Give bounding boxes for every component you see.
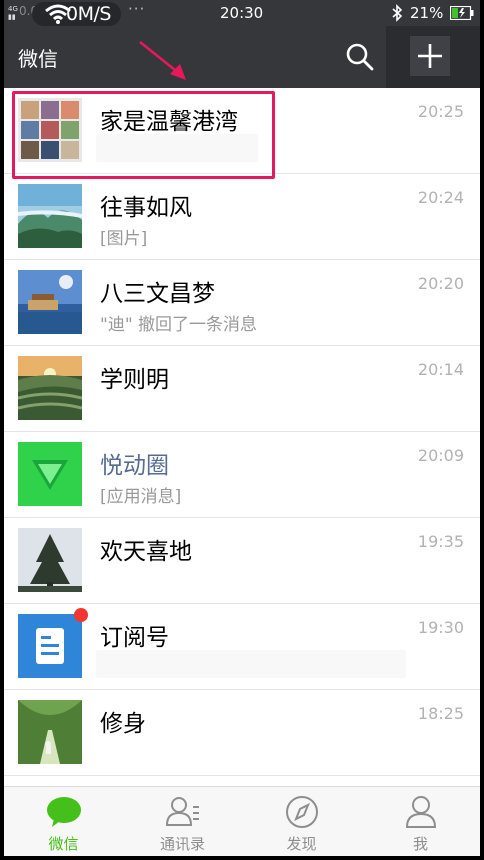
- battery-icon: [450, 6, 474, 20]
- tab-label: 我: [412, 835, 428, 853]
- bottom-tab-bar: 微信 通讯录 发现 我: [4, 786, 480, 856]
- tab-label: 发现: [286, 835, 317, 853]
- chat-name: 修身: [100, 711, 146, 737]
- chat-name: 八三文昌梦: [100, 281, 215, 307]
- tab-label: 通讯录: [159, 835, 205, 853]
- network-type: 4G ▮▮: [8, 5, 18, 21]
- chat-row-xuezeming[interactable]: 学则明 20:14: [4, 346, 480, 432]
- battery-percent: 21%: [410, 4, 444, 22]
- status-bar: 4G ▮▮ 0.06K/s 0M/S ··· 20:30 21%: [4, 0, 480, 26]
- add-button-area[interactable]: [386, 26, 480, 88]
- chat-preview-redacted: [96, 134, 258, 162]
- chat-row-bazhan[interactable]: 八三文昌梦 "迪" 撤回了一条消息 20:20: [4, 260, 480, 346]
- sunset-avatar: [18, 356, 82, 420]
- chat-row-xiushen[interactable]: 修身 18:25: [4, 690, 480, 776]
- bluetooth-icon: [392, 4, 403, 22]
- compass-icon: [286, 796, 318, 828]
- chat-name: 家是温馨港湾: [100, 109, 238, 135]
- chat-name: 订阅号: [100, 625, 169, 651]
- chat-name: 学则明: [100, 367, 169, 393]
- chat-preview-redacted: [96, 650, 406, 678]
- chat-row-yuedongquan[interactable]: 悦动圈 [应用消息] 20:09: [4, 432, 480, 518]
- page-title: 微信: [18, 47, 58, 71]
- chat-row-huantianxidi[interactable]: 欢天喜地 19:35: [4, 518, 480, 604]
- chat-name: 欢天喜地: [100, 539, 192, 565]
- tab-contacts[interactable]: 通讯录: [123, 787, 242, 856]
- app-screen: 4G ▮▮ 0.06K/s 0M/S ··· 20:30 21% 微信: [4, 0, 480, 856]
- tab-discover[interactable]: 发现: [242, 787, 361, 856]
- green-v-logo-icon: [18, 442, 82, 506]
- tab-label: 微信: [48, 835, 79, 853]
- pier-avatar: [18, 270, 82, 334]
- subscription-doc-icon: [18, 614, 82, 678]
- annotation-arrow-icon: [139, 41, 186, 80]
- chat-name: 往事如风: [100, 195, 192, 221]
- person-icon: [405, 796, 437, 828]
- tree-avatar: [18, 528, 82, 592]
- group-avatar: [18, 98, 82, 162]
- chat-time: 20:14: [417, 360, 464, 379]
- chat-time: 20:25: [417, 102, 464, 121]
- header-bar: 微信: [4, 26, 480, 88]
- mountain-avatar: [18, 184, 82, 248]
- clock: 20:30: [220, 4, 264, 22]
- plus-icon[interactable]: [410, 36, 450, 76]
- chat-time: 20:09: [417, 446, 464, 465]
- chat-row-wangshi[interactable]: 往事如风 [图片] 20:24: [4, 174, 480, 260]
- chat-preview: "迪" 撤回了一条消息: [100, 315, 258, 335]
- chat-time: 18:25: [417, 704, 464, 723]
- bamboo-avatar: [18, 700, 82, 764]
- chat-preview: [应用消息]: [100, 487, 182, 507]
- wifi-icon: [45, 4, 71, 24]
- chat-time: 20:20: [417, 274, 464, 293]
- tab-me[interactable]: 我: [361, 787, 480, 856]
- search-icon[interactable]: [344, 41, 376, 73]
- chat-row-family-group[interactable]: 家是温馨港湾 20:25: [4, 88, 480, 174]
- chat-time: 19:35: [417, 532, 464, 551]
- unread-badge: [74, 608, 88, 622]
- tab-chats[interactable]: 微信: [4, 787, 123, 856]
- notification-dots: ···: [128, 0, 146, 18]
- chat-preview: [图片]: [100, 229, 148, 249]
- chat-time: 19:30: [417, 618, 464, 637]
- chat-row-subscriptions[interactable]: 订阅号 19:30: [4, 604, 480, 690]
- chat-name: 悦动圈: [100, 453, 169, 479]
- contacts-icon: [165, 797, 199, 826]
- chat-time: 20:24: [417, 188, 464, 207]
- chat-bubble-icon: [47, 797, 81, 827]
